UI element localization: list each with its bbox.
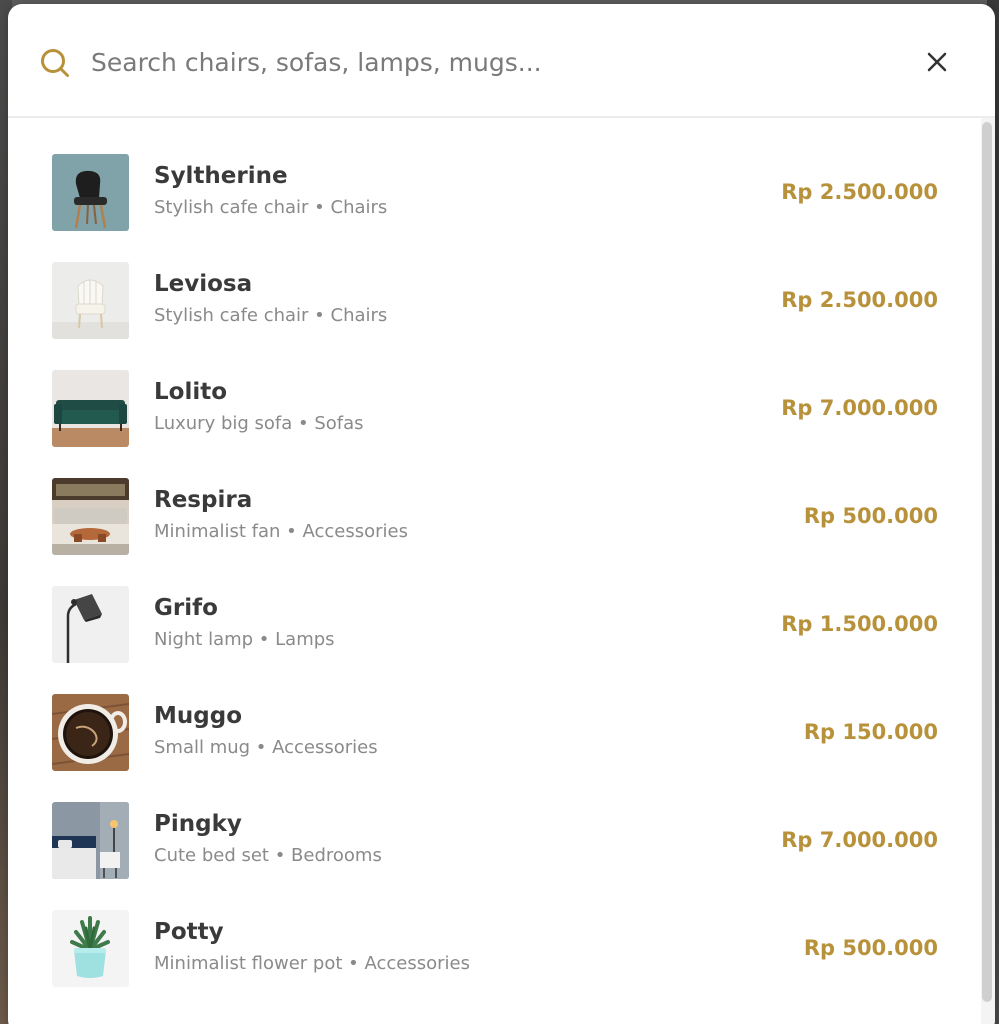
- item-meta: Stylish cafe chair • Chairs: [154, 305, 388, 326]
- item-meta: Stylish cafe chair • Chairs: [154, 197, 388, 218]
- search-modal: Syltherine Stylish cafe chair • Chairs R…: [8, 4, 995, 1024]
- living-room-image: [52, 478, 129, 555]
- search-results: Syltherine Stylish cafe chair • Chairs R…: [8, 118, 995, 1024]
- result-item[interactable]: Grifo Night lamp • Lamps Rp 1.500.000: [8, 550, 981, 663]
- item-price: Rp 150.000: [803, 720, 938, 744]
- black-chair-image: [52, 154, 129, 231]
- item-price: Rp 2.500.000: [781, 288, 938, 312]
- scrollbar[interactable]: [981, 118, 995, 1024]
- item-name: Potty: [154, 919, 224, 945]
- item-meta: Minimalist fan • Accessories: [154, 521, 408, 542]
- item-meta: Cute bed set • Bedrooms: [154, 845, 382, 866]
- item-price: Rp 500.000: [803, 936, 938, 960]
- green-sofa-image: [52, 370, 129, 447]
- close-icon[interactable]: [925, 50, 949, 74]
- scrollbar-thumb[interactable]: [982, 122, 992, 1002]
- search-bar: [8, 4, 995, 118]
- result-item[interactable]: Potty Minimalist flower pot • Accessorie…: [8, 874, 981, 987]
- item-name: Leviosa: [154, 271, 253, 297]
- result-item[interactable]: Respira Minimalist fan • Accessories Rp …: [8, 442, 981, 555]
- floor-lamp-image: [52, 586, 129, 663]
- result-item[interactable]: Pingky Cute bed set • Bedrooms Rp 7.000.…: [8, 766, 981, 879]
- item-price: Rp 1.500.000: [781, 612, 938, 636]
- item-name: Pingky: [154, 811, 242, 837]
- result-item[interactable]: Lolito Luxury big sofa • Sofas Rp 7.000.…: [8, 334, 981, 447]
- white-chair-image: [52, 262, 129, 339]
- result-item[interactable]: Syltherine Stylish cafe chair • Chairs R…: [8, 118, 981, 231]
- bedroom-image: [52, 802, 129, 879]
- search-input[interactable]: [91, 41, 851, 83]
- item-name: Syltherine: [154, 163, 288, 189]
- search-icon: [39, 47, 71, 79]
- item-name: Respira: [154, 487, 253, 513]
- item-meta: Night lamp • Lamps: [154, 629, 335, 650]
- item-name: Muggo: [154, 703, 242, 729]
- item-name: Lolito: [154, 379, 228, 405]
- flower-pot-image: [52, 910, 129, 987]
- item-name: Grifo: [154, 595, 218, 621]
- item-meta: Minimalist flower pot • Accessories: [154, 953, 470, 974]
- item-price: Rp 7.000.000: [781, 396, 938, 420]
- item-meta: Small mug • Accessories: [154, 737, 378, 758]
- result-item[interactable]: Leviosa Stylish cafe chair • Chairs Rp 2…: [8, 226, 981, 339]
- item-price: Rp 7.000.000: [781, 828, 938, 852]
- item-price: Rp 500.000: [803, 504, 938, 528]
- item-price: Rp 2.500.000: [781, 180, 938, 204]
- item-meta: Luxury big sofa • Sofas: [154, 413, 364, 434]
- result-item[interactable]: Muggo Small mug • Accessories Rp 150.000: [8, 658, 981, 771]
- coffee-mug-image: [52, 694, 129, 771]
